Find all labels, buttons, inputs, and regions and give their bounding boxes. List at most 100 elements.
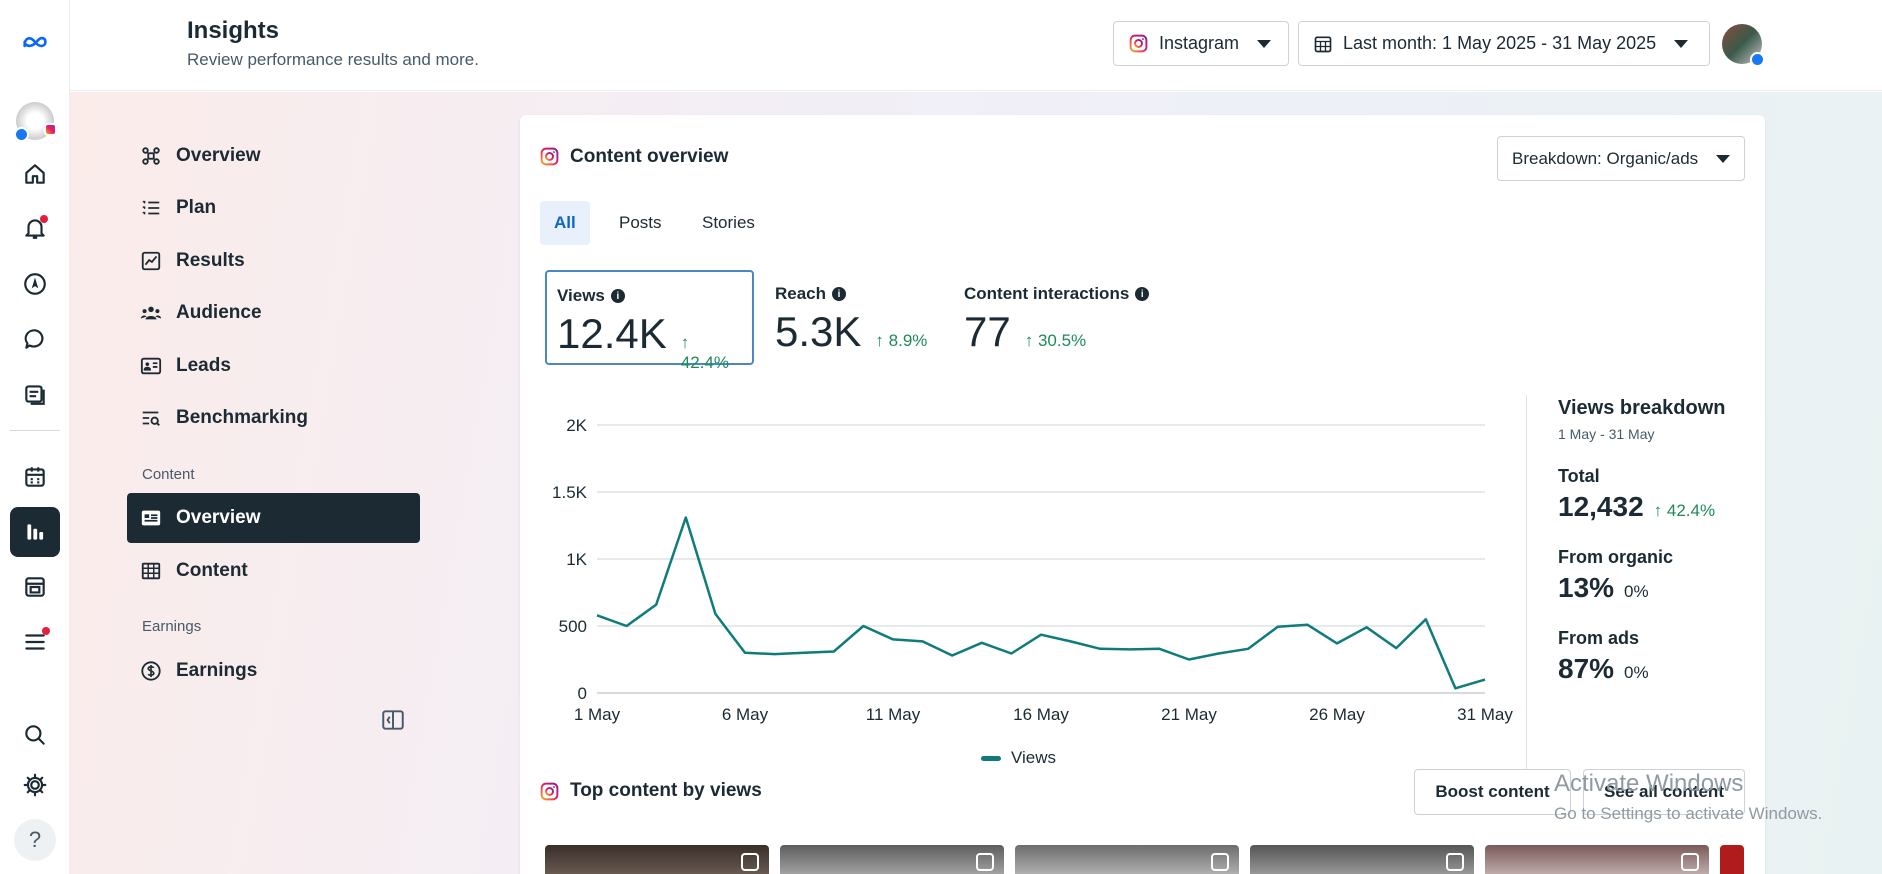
chart-legend: Views: [981, 748, 1056, 768]
reel-icon: [1211, 853, 1229, 871]
ads-compass-icon[interactable]: [10, 259, 60, 309]
x-tick-label: 11 May: [866, 705, 921, 724]
arrow-up-icon: ↑: [1653, 501, 1667, 520]
boost-content-button[interactable]: Boost content: [1414, 769, 1571, 815]
reel-icon: [1446, 853, 1464, 871]
collapse-sidebar-icon[interactable]: [380, 707, 406, 733]
menu-hamburger-icon[interactable]: [10, 617, 60, 667]
card-title: Content overview: [570, 146, 729, 167]
x-tick-label: 21 May: [1161, 705, 1217, 724]
total-value: 12,432: [1558, 491, 1644, 522]
content-thumbnail[interactable]: [1485, 845, 1709, 874]
nav-label: Benchmarking: [176, 407, 308, 428]
nav-label: Earnings: [176, 660, 258, 681]
instagram-icon: [1129, 34, 1148, 53]
nav-earnings[interactable]: Earnings: [127, 646, 420, 696]
nav-results[interactable]: Results: [127, 236, 420, 286]
line-chart-icon: [141, 251, 161, 271]
breakdown-label: Breakdown: Organic/ads: [1512, 148, 1699, 168]
reel-icon: [1681, 853, 1699, 871]
chevron-down-icon: [1257, 39, 1272, 48]
search-icon[interactable]: [10, 710, 60, 760]
contact-card-icon: [140, 357, 162, 375]
x-tick-label: 6 May: [722, 705, 769, 724]
date-range-dropdown[interactable]: Last month: 1 May 2025 - 31 May 2025: [1298, 21, 1710, 66]
content-thumbnail[interactable]: [545, 845, 769, 874]
pages-layout-icon[interactable]: [10, 562, 60, 612]
tab-stories[interactable]: Stories: [688, 201, 769, 245]
y-tick-label: 1K: [566, 550, 587, 569]
breakdown-dropdown[interactable]: Breakdown: Organic/ads: [1497, 136, 1745, 181]
inbox-chat-icon[interactable]: [10, 314, 60, 364]
rail-divider: [10, 430, 60, 431]
nav-overview[interactable]: Overview: [127, 131, 420, 181]
page-header: Insights Review performance results and …: [70, 0, 1882, 91]
benchmark-icon: [142, 411, 160, 426]
table-icon: [141, 562, 161, 580]
arrow-up-icon: ↑: [875, 331, 889, 350]
platform-dropdown[interactable]: Instagram: [1113, 21, 1289, 66]
notifications-icon[interactable]: [10, 203, 60, 253]
nav-label: Leads: [176, 355, 231, 376]
views-line-chart: 0 500 1K 1.5K 2K 1 May 6 May 11 May 16 May 21 May…: [552, 416, 1513, 724]
metric-reach[interactable]: Reach i 5.3K ↑ 8.9%: [765, 270, 955, 365]
chevron-down-icon: [1716, 154, 1731, 163]
content-thumbnail[interactable]: [1250, 845, 1474, 874]
nav-label: Content: [176, 560, 248, 581]
metric-label: Views: [557, 286, 605, 305]
nav-audience[interactable]: Audience: [127, 288, 420, 338]
legend-label: Views: [1011, 748, 1057, 767]
content-thumbnail[interactable]: [1015, 845, 1239, 874]
nav-leads[interactable]: Leads: [127, 341, 420, 391]
nav-benchmarking[interactable]: Benchmarking: [127, 393, 420, 443]
breakdown-range: 1 May - 31 May: [1558, 426, 1655, 442]
content-library-icon[interactable]: [10, 369, 60, 419]
metric-label: Content interactions: [964, 284, 1130, 303]
nav-label: Results: [176, 250, 245, 271]
x-tick-label: 16 May: [1013, 705, 1069, 724]
global-nav-rail: ?: [0, 0, 70, 874]
account-avatar[interactable]: [10, 96, 60, 146]
views-breakdown-panel: Views breakdown 1 May - 31 May Total 12,…: [1526, 395, 1766, 775]
meta-logo-icon[interactable]: [10, 17, 60, 67]
x-tick-label: 31 May: [1457, 705, 1513, 724]
metric-value: 77: [964, 308, 1011, 355]
profile-avatar[interactable]: [1722, 24, 1765, 67]
x-tick-label: 1 May: [574, 705, 621, 724]
arrow-up-icon: ↑: [1024, 331, 1038, 350]
top-content-title: Top content by views: [570, 780, 762, 801]
help-icon[interactable]: ?: [10, 815, 60, 865]
metric-delta: 8.9%: [888, 331, 928, 350]
nav-content[interactable]: Content: [127, 546, 420, 596]
calendar-icon: [1314, 36, 1332, 52]
calendar-icon[interactable]: [10, 452, 60, 502]
home-icon[interactable]: [10, 149, 60, 199]
tab-all[interactable]: All: [540, 201, 590, 245]
breakdown-title: Views breakdown: [1558, 397, 1726, 419]
settings-gear-icon[interactable]: [10, 760, 60, 810]
nav-content-overview[interactable]: Overview: [127, 493, 420, 543]
metric-label: Reach: [775, 284, 827, 303]
metric-views[interactable]: Views i 12.4K ↑ 42.4%: [545, 270, 754, 372]
x-tick-label: 26 May: [1309, 705, 1365, 724]
instagram-icon: [540, 782, 559, 801]
total-label: Total: [1558, 466, 1600, 486]
tab-posts[interactable]: Posts: [605, 201, 676, 245]
content-thumbnail[interactable]: [1720, 845, 1744, 874]
y-tick-label: 500: [559, 617, 587, 636]
overview-icon: [142, 147, 160, 165]
metric-content-interactions[interactable]: Content interactions i 77 ↑ 30.5%: [954, 270, 1184, 365]
metric-delta: 30.5%: [1037, 331, 1087, 350]
content-overview-icon: [141, 510, 161, 526]
nav-label: Plan: [176, 197, 217, 218]
content-thumbnail[interactable]: [780, 845, 1004, 874]
ads-value: 87%: [1558, 653, 1615, 684]
ads-label: From ads: [1558, 628, 1640, 648]
legend-swatch: [981, 755, 1001, 761]
total-delta: 42.4%: [1666, 501, 1716, 520]
insights-bar-chart-icon[interactable]: [10, 507, 60, 557]
nav-label: Overview: [176, 145, 261, 166]
nav-plan[interactable]: Plan: [127, 183, 420, 233]
organic-value: 13%: [1558, 572, 1615, 603]
instagram-icon: [540, 147, 559, 166]
